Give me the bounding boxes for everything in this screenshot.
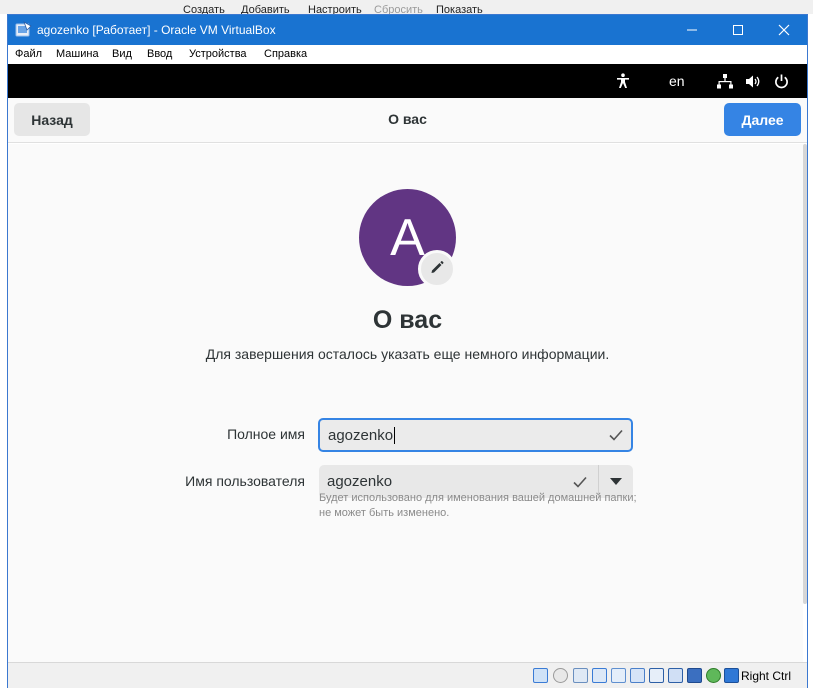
accessibility-icon[interactable] [616, 64, 630, 98]
page-subtitle: Для завершения осталось указать еще немн… [205, 346, 610, 362]
checkmark-icon [609, 420, 623, 450]
page-heading: О вас [372, 306, 443, 334]
username-value: agozenko [327, 473, 393, 490]
host-key-label: Right Ctrl [741, 669, 792, 683]
menu-devices[interactable]: Устройства [189, 48, 247, 60]
header-bar: Назад О вас Далее [8, 98, 807, 143]
username-label: Имя пользователя [185, 473, 305, 489]
full-name-value: agozenko [328, 426, 394, 444]
main-content: A О вас Для завершения осталось указать … [8, 144, 803, 662]
pencil-icon [429, 259, 445, 280]
text-caret [394, 426, 396, 444]
edit-avatar-button[interactable] [418, 250, 456, 288]
usb-icon[interactable] [611, 668, 626, 683]
cpu-icon[interactable] [687, 668, 702, 683]
menu-help[interactable]: Справка [264, 48, 307, 60]
host-toolbar: Создать Добавить Настроить Сбросить Пока… [0, 0, 813, 16]
virtualbox-icon [15, 21, 32, 38]
maximize-button[interactable] [715, 15, 761, 45]
shared-folders-icon[interactable] [630, 668, 645, 683]
full-name-field[interactable]: agozenko [318, 418, 633, 452]
network-icon[interactable] [717, 64, 733, 98]
menu-view[interactable]: Вид [112, 48, 132, 60]
minimize-button[interactable] [669, 15, 715, 45]
recording-icon[interactable] [668, 668, 683, 683]
menu-machine[interactable]: Машина [56, 48, 99, 60]
vm-status-bar: Right Ctrl [8, 662, 807, 688]
next-button[interactable]: Далее [724, 103, 801, 136]
vm-window: agozenko [Работает] - Oracle VM VirtualB… [7, 14, 808, 688]
mouse-integration-icon[interactable] [724, 668, 739, 683]
volume-icon[interactable] [745, 64, 761, 98]
power-icon[interactable] [774, 64, 789, 98]
full-name-label: Полное имя [227, 426, 305, 442]
optical-drive-icon[interactable] [553, 668, 568, 683]
menu-file[interactable]: Файл [15, 48, 42, 60]
scrollbar[interactable] [803, 144, 807, 604]
chevron-down-icon [610, 478, 622, 485]
hard-disk-icon[interactable] [533, 668, 548, 683]
guest-additions-icon[interactable] [706, 668, 721, 683]
menu-input[interactable]: Ввод [147, 48, 172, 60]
header-title: О вас [388, 111, 427, 127]
window-titlebar[interactable]: agozenko [Работает] - Oracle VM VirtualB… [8, 15, 807, 45]
audio-icon[interactable] [573, 668, 588, 683]
menubar: Файл Машина Вид Ввод Устройства Справка [8, 45, 807, 64]
gnome-top-bar: en [8, 64, 807, 98]
username-hint: Будет использовано для именования вашей … [319, 492, 637, 519]
language-indicator[interactable]: en [669, 64, 685, 98]
window-title: agozenko [Работает] - Oracle VM VirtualB… [37, 23, 276, 37]
display-icon[interactable] [649, 668, 664, 683]
close-button[interactable] [761, 15, 807, 45]
network-adapter-icon[interactable] [592, 668, 607, 683]
